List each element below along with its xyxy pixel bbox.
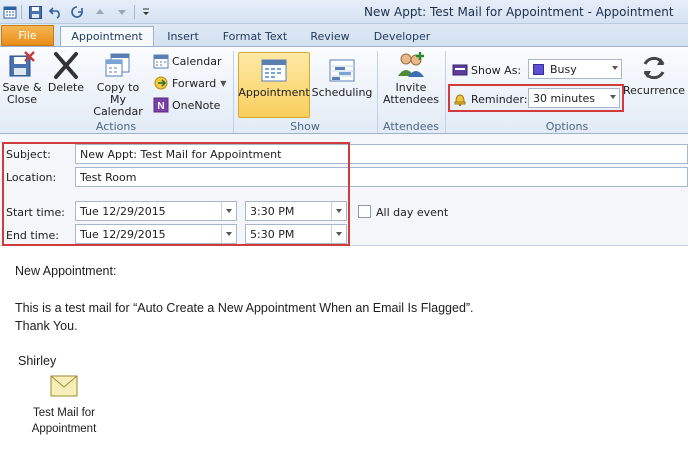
copy-to-calendar-button[interactable]: Copy to My Calendar <box>88 50 148 118</box>
appointment-view-label: Appointment <box>238 86 310 99</box>
redo-icon[interactable] <box>70 4 86 20</box>
location-field[interactable]: Test Room <box>75 167 688 187</box>
recurrence-label: Recurrence <box>622 84 686 97</box>
onenote-label: OneNote <box>172 98 221 112</box>
tab-developer[interactable]: Developer <box>366 27 438 46</box>
start-time-value: 3:30 PM <box>250 204 295 218</box>
down-arrow-icon[interactable] <box>114 4 130 20</box>
end-date-value: Tue 12/29/2015 <box>80 227 166 241</box>
delete-button[interactable]: Delete <box>46 50 86 94</box>
end-time-value: 5:30 PM <box>250 227 295 241</box>
invite-attendees-icon <box>396 50 426 80</box>
start-time-label: Start time: <box>6 206 65 219</box>
chevron-down-icon[interactable] <box>221 202 236 220</box>
save-icon[interactable] <box>27 4 43 20</box>
calendar-button[interactable]: Calendar <box>153 52 221 70</box>
appointment-calendar-icon <box>259 55 289 85</box>
group-label-show: Show <box>290 120 320 133</box>
body-line-2: Thank You. <box>15 319 78 333</box>
appointment-view-button[interactable]: Appointment <box>238 55 310 99</box>
end-time-field[interactable]: 5:30 PM <box>245 224 347 244</box>
signature: Shirley <box>18 354 57 368</box>
copy-calendar-icon <box>103 50 133 80</box>
chevron-down-icon[interactable] <box>331 225 346 243</box>
invite-attendees-button[interactable]: Invite Attendees <box>381 50 441 106</box>
body-heading: New Appointment: <box>15 264 117 278</box>
recurrence-icon <box>639 53 669 83</box>
location-label: Location: <box>6 171 57 184</box>
window-title: New Appt: Test Mail for Appointment - Ap… <box>364 5 674 19</box>
reminder-control: Reminder: <box>452 90 527 108</box>
forward-icon <box>153 75 169 91</box>
end-time-label: End time: <box>6 229 59 242</box>
group-label-options: Options <box>545 120 589 133</box>
ribbon: Save & Close Delete Copy to My Calendar … <box>0 46 688 134</box>
scheduling-label: Scheduling <box>311 86 373 99</box>
recurrence-button[interactable]: Recurrence <box>622 53 686 97</box>
show-as-control: Show As: <box>452 61 521 79</box>
tab-insert[interactable]: Insert <box>158 27 208 46</box>
show-as-value: Busy <box>550 62 577 76</box>
undo-icon[interactable] <box>48 4 64 20</box>
chevron-down-icon: ▼ <box>220 78 227 88</box>
invite-attendees-label: Invite Attendees <box>383 81 439 106</box>
tab-format-text[interactable]: Format Text <box>216 27 294 46</box>
body-line-1: This is a test mail for “Auto Create a N… <box>15 301 474 315</box>
chevron-down-icon[interactable] <box>331 202 346 220</box>
show-as-icon <box>452 62 468 78</box>
save-close-button[interactable]: Save & Close <box>2 50 42 106</box>
forward-button[interactable]: Forward ▼ <box>153 74 226 92</box>
start-date-value: Tue 12/29/2015 <box>80 204 166 218</box>
onenote-button[interactable]: N OneNote <box>153 96 220 114</box>
reminder-label: Reminder: <box>471 92 528 106</box>
tab-review[interactable]: Review <box>302 27 358 46</box>
group-label-actions: Actions <box>95 120 137 133</box>
chevron-down-icon <box>612 66 618 70</box>
reminder-dropdown[interactable]: 30 minutes <box>528 88 620 108</box>
chevron-down-icon <box>610 95 616 99</box>
end-date-field[interactable]: Tue 12/29/2015 <box>75 224 237 244</box>
scheduling-button[interactable]: Scheduling <box>312 55 372 99</box>
calendar-label: Calendar <box>172 54 222 68</box>
copy-to-calendar-label: Copy to My Calendar <box>93 81 143 118</box>
all-day-label: All day event <box>376 206 449 219</box>
save-close-label: Save & Close <box>2 81 42 106</box>
scheduling-icon <box>327 55 357 85</box>
busy-swatch <box>533 63 544 75</box>
calendar-app-icon <box>2 4 18 20</box>
svg-text:N: N <box>157 101 164 112</box>
onenote-icon: N <box>153 97 169 113</box>
delete-x-icon <box>51 50 81 80</box>
start-time-field[interactable]: 3:30 PM <box>245 201 347 221</box>
ribbon-tabs: File Appointment Insert Format Text Revi… <box>0 24 688 46</box>
mail-attachment-icon[interactable] <box>50 375 78 397</box>
attachment-caption[interactable]: Test Mail for Appointment <box>22 405 106 437</box>
calendar-small-icon <box>153 53 169 69</box>
attachment-caption-line-1: Test Mail for <box>33 407 95 419</box>
all-day-checkbox[interactable] <box>358 205 371 218</box>
reminder-value: 30 minutes <box>533 91 596 105</box>
appointment-form: Subject: New Appt: Test Mail for Appoint… <box>0 134 688 246</box>
group-label-attendees: Attendees <box>383 120 439 133</box>
up-arrow-icon[interactable] <box>92 4 108 20</box>
bell-icon <box>452 91 468 107</box>
tab-file[interactable]: File <box>1 25 54 46</box>
forward-label: Forward <box>172 76 217 90</box>
show-as-dropdown[interactable]: Busy <box>528 59 622 79</box>
title-bar: New Appt: Test Mail for Appointment - Ap… <box>0 0 688 24</box>
attachment-caption-line-2: Appointment <box>31 423 97 435</box>
subject-label: Subject: <box>6 148 51 161</box>
message-body[interactable]: New Appointment: This is a test mail for… <box>0 247 688 449</box>
customize-qat-icon[interactable] <box>138 4 154 20</box>
save-close-icon <box>7 50 37 80</box>
show-as-label: Show As: <box>471 63 522 77</box>
subject-field[interactable]: New Appt: Test Mail for Appointment <box>75 144 688 164</box>
tab-appointment[interactable]: Appointment <box>60 26 154 46</box>
start-date-field[interactable]: Tue 12/29/2015 <box>75 201 237 221</box>
chevron-down-icon[interactable] <box>221 225 236 243</box>
delete-label: Delete <box>47 81 85 94</box>
